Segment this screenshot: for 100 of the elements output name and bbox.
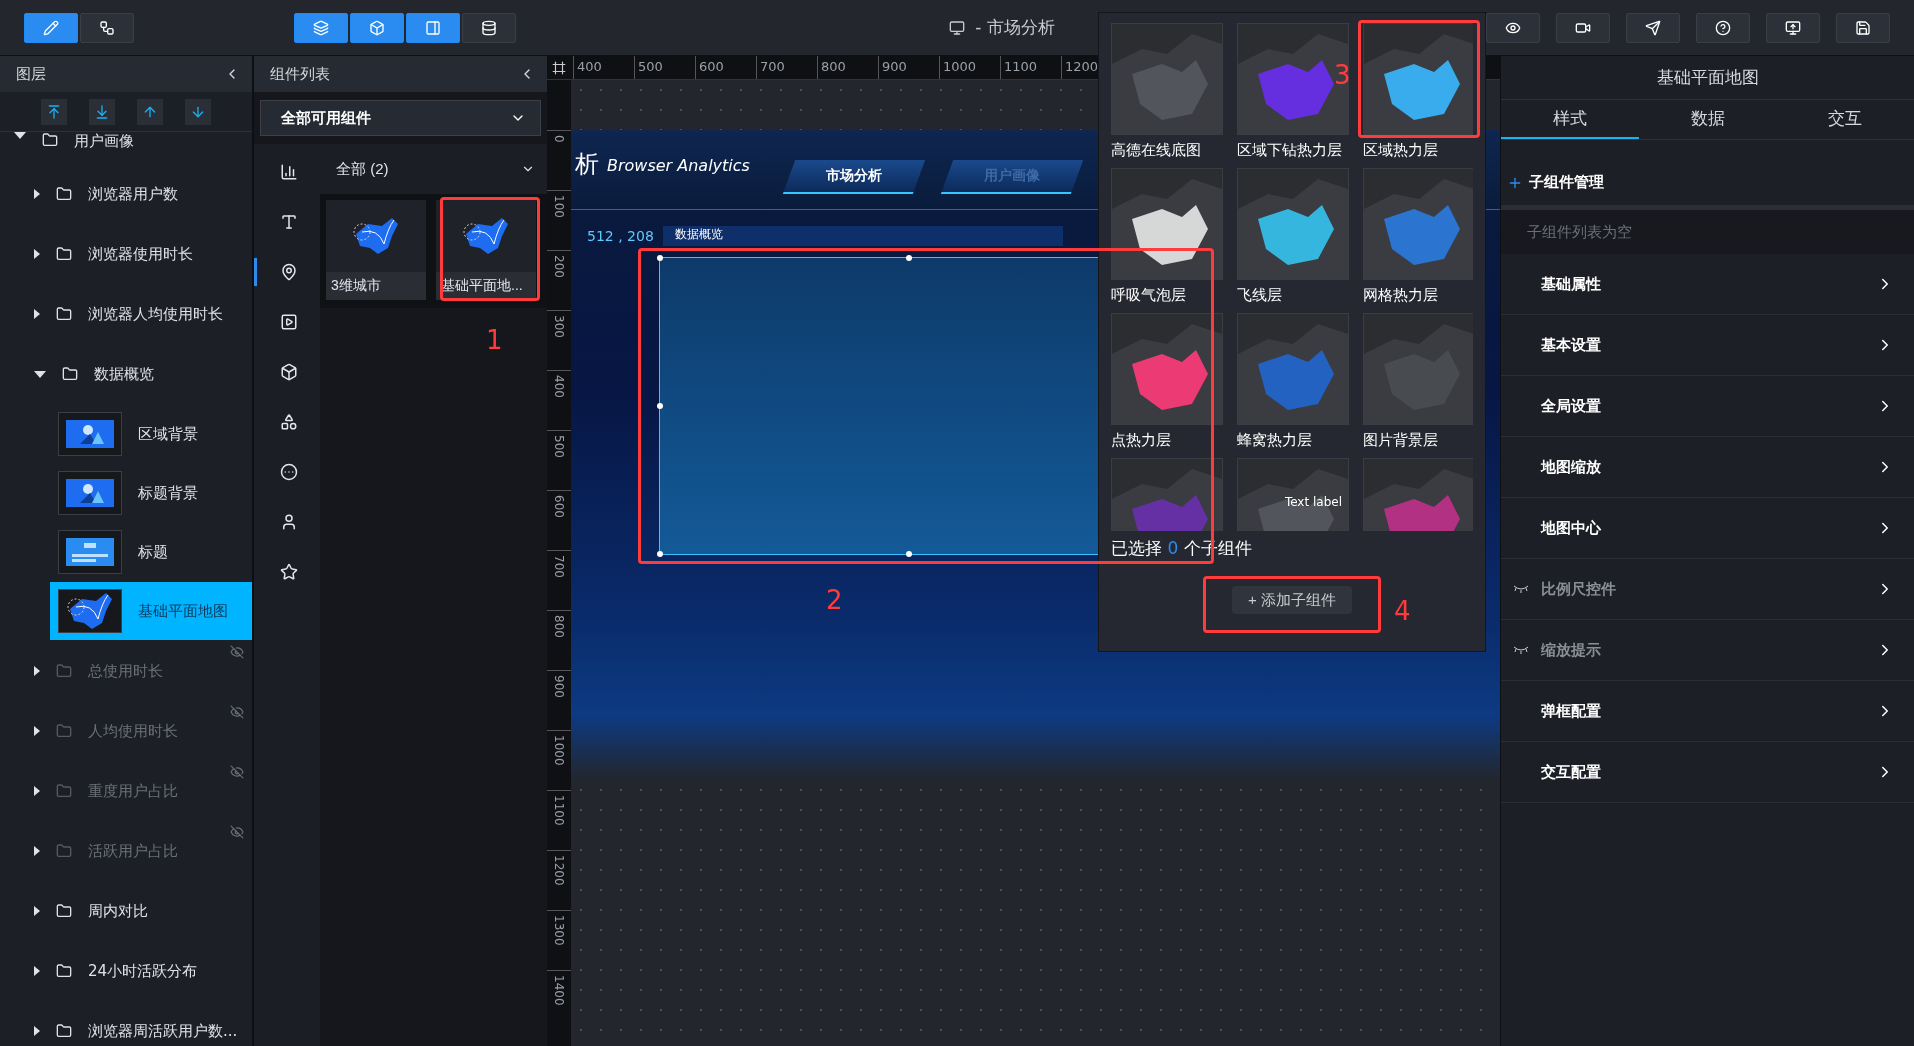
- ruler-corner-icon[interactable]: [552, 60, 566, 75]
- layer-group-row[interactable]: 用户画像: [0, 132, 252, 164]
- layer-type-tile[interactable]: Text label: [1237, 458, 1349, 531]
- layer-name: 用户画像: [74, 132, 134, 151]
- layer-group-row[interactable]: 浏览器人均使用时长: [0, 284, 252, 344]
- ruler-label: 1100: [1000, 56, 1061, 79]
- resize-handle[interactable]: [906, 255, 912, 261]
- caret-icon[interactable]: [34, 846, 40, 856]
- folder-icon: [56, 186, 72, 202]
- resize-handle[interactable]: [657, 403, 663, 409]
- settings-section[interactable]: 全局设置: [1501, 376, 1914, 437]
- layer-type-tile[interactable]: [1237, 168, 1349, 280]
- layer-name: 浏览器周活跃用户数...: [88, 1021, 238, 1041]
- group-header[interactable]: 全部 (2): [320, 144, 547, 194]
- layer-group-row[interactable]: 浏览器用户数: [0, 164, 252, 224]
- settings-section[interactable]: 地图缩放: [1501, 437, 1914, 498]
- tile-label: 呼吸气泡层: [1111, 286, 1187, 305]
- caret-icon[interactable]: [34, 189, 40, 199]
- layer-type-tile[interactable]: [1111, 313, 1223, 425]
- filter-dropdown[interactable]: 全部可用组件: [260, 100, 541, 136]
- closed-eye-icon[interactable]: [1513, 646, 1529, 654]
- ruler-label: 1200: [551, 855, 567, 888]
- folder-icon: [56, 306, 72, 322]
- annotation-number: 4: [1394, 596, 1411, 626]
- media-icon: [279, 313, 298, 331]
- caret-icon[interactable]: [34, 966, 40, 976]
- hidden-icon[interactable]: [230, 765, 244, 779]
- hidden-icon[interactable]: [230, 825, 244, 839]
- caret-icon[interactable]: [34, 786, 40, 796]
- layer-group-row[interactable]: 浏览器使用时长: [0, 224, 252, 284]
- layer-name: 总使用时长: [88, 661, 163, 681]
- caret-icon[interactable]: [34, 370, 46, 378]
- layer-name: 浏览器用户数: [88, 184, 178, 204]
- layer-item[interactable]: 标题: [50, 523, 252, 581]
- publish-button[interactable]: [1626, 12, 1680, 43]
- component-card[interactable]: 3维城市: [326, 200, 426, 300]
- save-button[interactable]: [1836, 12, 1890, 43]
- layer-type-tile[interactable]: [1363, 168, 1473, 280]
- inspector-tab[interactable]: 样式: [1501, 100, 1639, 139]
- inspector-tab[interactable]: 数据: [1638, 100, 1777, 139]
- record-button[interactable]: [1556, 12, 1610, 43]
- caret-icon[interactable]: [34, 309, 40, 319]
- settings-section[interactable]: 基本设置: [1501, 315, 1914, 376]
- move-down-button[interactable]: [185, 98, 211, 125]
- ruler-label: 600: [551, 495, 567, 520]
- panel-button[interactable]: [406, 12, 460, 43]
- layer-group-row[interactable]: 浏览器周活跃用户数...: [0, 1001, 252, 1046]
- settings-section[interactable]: 地图中心: [1501, 498, 1914, 559]
- cube-icon: [279, 363, 298, 381]
- layer-type-tile[interactable]: [1363, 313, 1473, 425]
- panel-title: 组件列表: [270, 64, 330, 84]
- layer-group-row[interactable]: 周内对比: [0, 881, 252, 941]
- settings-section[interactable]: 基础属性: [1501, 254, 1914, 315]
- caret-icon[interactable]: [34, 249, 40, 259]
- settings-section[interactable]: 弹框配置: [1501, 681, 1914, 742]
- nav-tab[interactable]: 市场分析: [782, 160, 926, 194]
- caret-icon[interactable]: [34, 726, 40, 736]
- caret-icon[interactable]: [34, 666, 40, 676]
- resize-handle[interactable]: [657, 255, 663, 261]
- flow-button[interactable]: [80, 12, 134, 43]
- layer-type-tile[interactable]: [1237, 23, 1349, 135]
- layers-icon: [313, 19, 329, 36]
- move-bottom-button[interactable]: [89, 98, 115, 125]
- closed-eye-icon[interactable]: [1513, 585, 1529, 593]
- hidden-icon[interactable]: [230, 645, 244, 659]
- inspector-tab[interactable]: 交互: [1776, 100, 1914, 139]
- caret-icon[interactable]: [14, 132, 26, 139]
- ruler-label: 500: [634, 56, 695, 79]
- edit-button[interactable]: [24, 12, 78, 43]
- add-subcomponent-button[interactable]: + 添加子组件: [1232, 586, 1352, 614]
- database-button[interactable]: [462, 12, 516, 43]
- move-up-button[interactable]: [137, 98, 163, 125]
- layer-item[interactable]: 区域背景: [50, 405, 252, 463]
- text-icon: [279, 213, 298, 231]
- layer-group-row[interactable]: 数据概览: [0, 344, 252, 404]
- preview-button[interactable]: [1486, 12, 1540, 43]
- screen-button[interactable]: [1766, 12, 1820, 43]
- settings-section[interactable]: 缩放提示: [1501, 620, 1914, 681]
- monitor-icon: [949, 19, 966, 36]
- caret-icon[interactable]: [34, 1026, 40, 1036]
- hidden-icon[interactable]: [230, 705, 244, 719]
- layer-type-tile[interactable]: [1111, 168, 1223, 280]
- layer-name: 浏览器人均使用时长: [88, 304, 223, 324]
- resize-handle[interactable]: [906, 551, 912, 557]
- settings-section[interactable]: 比例尺控件: [1501, 559, 1914, 620]
- layer-type-tile[interactable]: [1111, 23, 1223, 135]
- move-top-button[interactable]: [41, 98, 67, 125]
- layer-item[interactable]: 标题背景: [50, 464, 252, 522]
- layers-button[interactable]: [294, 12, 348, 43]
- interaction-icon: [279, 413, 298, 431]
- ruler-label: 900: [551, 675, 567, 700]
- caret-icon[interactable]: [34, 906, 40, 916]
- help-button[interactable]: [1696, 12, 1750, 43]
- layer-type-tile[interactable]: [1237, 313, 1349, 425]
- layer-item[interactable]: 基础平面地图: [50, 582, 252, 640]
- layer-name: 24小时活跃分布: [88, 961, 198, 981]
- cube-button[interactable]: [350, 12, 404, 43]
- layer-group-row[interactable]: 24小时活跃分布: [0, 941, 252, 1001]
- settings-section[interactable]: 交互配置: [1501, 742, 1914, 803]
- resize-handle[interactable]: [657, 551, 663, 557]
